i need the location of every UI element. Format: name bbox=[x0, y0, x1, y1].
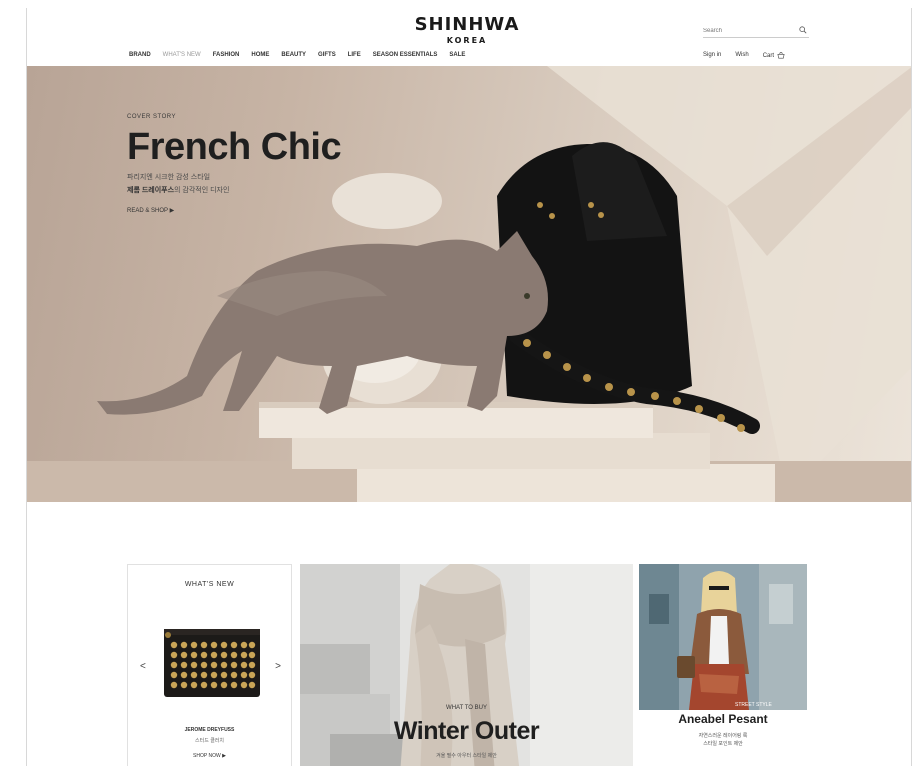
winter-kicker: WHAT TO BUY bbox=[446, 705, 487, 711]
hero-description-2: 제롬 드레이푸스의 감각적인 디자인 bbox=[127, 185, 341, 195]
nav-item-home[interactable]: HOME bbox=[245, 52, 275, 58]
cart-link[interactable]: Cart bbox=[763, 52, 785, 59]
winter-outer-card[interactable]: WHAT TO BUY Winter Outer 겨울 필수 아우터 스타일 제… bbox=[300, 564, 633, 766]
search-box bbox=[703, 24, 809, 38]
product-name[interactable]: JEROME DREYFUSS bbox=[128, 727, 291, 733]
street-style-image bbox=[639, 564, 807, 710]
nav-item-season-essentials[interactable]: SEASON ESSENTIALS bbox=[367, 52, 444, 58]
nav-item-gifts[interactable]: GIFTS bbox=[312, 52, 342, 58]
cart-icon bbox=[777, 52, 785, 59]
winter-title: Winter Outer bbox=[393, 717, 540, 745]
product-subtitle: 스터드 클러치 bbox=[195, 738, 224, 744]
brand-name: SHINHWA bbox=[414, 14, 520, 35]
nav-item-sale[interactable]: SALE bbox=[443, 52, 471, 58]
hero-description-rest: 의 감각적인 디자인 bbox=[174, 187, 230, 194]
shop-now-link[interactable]: SHOP NOW ▶ bbox=[128, 753, 291, 759]
nav-item-whats-new[interactable]: WHAT'S NEW bbox=[157, 52, 207, 58]
search-icon[interactable] bbox=[799, 26, 807, 34]
hero-kicker: COVER STORY bbox=[127, 114, 176, 120]
site-header: SHINHWA KOREA BRAND WHAT'S NEW FASHION H… bbox=[27, 8, 911, 66]
hero-text: COVER STORY French Chic 파리지엔 시크한 감성 스타일 … bbox=[127, 114, 342, 217]
read-shop-link[interactable]: READ & SHOP ▶ bbox=[127, 207, 174, 214]
street-style-card[interactable]: STREET STYLE Aneabel Pesant 자연스러운 레이어링 룩… bbox=[639, 564, 807, 766]
street-style-description: 자연스러운 레이어링 룩 bbox=[698, 733, 748, 739]
nav-item-life[interactable]: LIFE bbox=[342, 52, 367, 58]
street-style-description-2: 스타일 포인트 제안 bbox=[703, 741, 743, 747]
hero-designer-name: 제롬 드레이푸스 bbox=[127, 187, 175, 194]
utility-links: Sign in Wish Cart bbox=[703, 52, 785, 59]
cart-label: Cart bbox=[762, 53, 775, 60]
street-style-name: Aneabel Pesant bbox=[678, 712, 768, 726]
carousel-prev-icon[interactable]: < bbox=[140, 661, 146, 672]
nav-item-beauty[interactable]: BEAUTY bbox=[275, 52, 312, 58]
hero-title: French Chic bbox=[127, 126, 342, 168]
winter-subtitle: 겨울 필수 아우터 스타일 제안 bbox=[436, 753, 497, 759]
brand-sub: KOREA bbox=[446, 36, 488, 45]
search-input[interactable] bbox=[703, 24, 789, 37]
whats-new-title: WHAT'S NEW bbox=[184, 581, 235, 588]
nav-item-fashion[interactable]: FASHION bbox=[207, 52, 246, 58]
street-style-badge: STREET STYLE bbox=[735, 702, 772, 708]
nav-item-brand[interactable]: BRAND bbox=[123, 52, 157, 58]
wish-link[interactable]: Wish bbox=[735, 52, 748, 59]
sign-in-link[interactable]: Sign in bbox=[703, 52, 721, 59]
page-frame: SHINHWA KOREA BRAND WHAT'S NEW FASHION H… bbox=[26, 8, 912, 766]
whats-new-card: WHAT'S NEW < > JEROME DREYFUSS 스터드 클러치 S… bbox=[127, 564, 292, 766]
hero-description: 파리지엔 시크한 감성 스타일 bbox=[127, 174, 211, 181]
hero-banner[interactable]: COVER STORY French Chic 파리지엔 시크한 감성 스타일 … bbox=[27, 66, 911, 502]
promo-row: WHAT'S NEW < > JEROME DREYFUSS 스터드 클러치 S… bbox=[127, 564, 807, 766]
carousel-next-icon[interactable]: > bbox=[275, 661, 281, 672]
brand-logo[interactable]: SHINHWA KOREA bbox=[407, 14, 527, 45]
main-nav: BRAND WHAT'S NEW FASHION HOME BEAUTY GIF… bbox=[123, 52, 471, 58]
studded-clutch-image[interactable] bbox=[162, 625, 262, 699]
